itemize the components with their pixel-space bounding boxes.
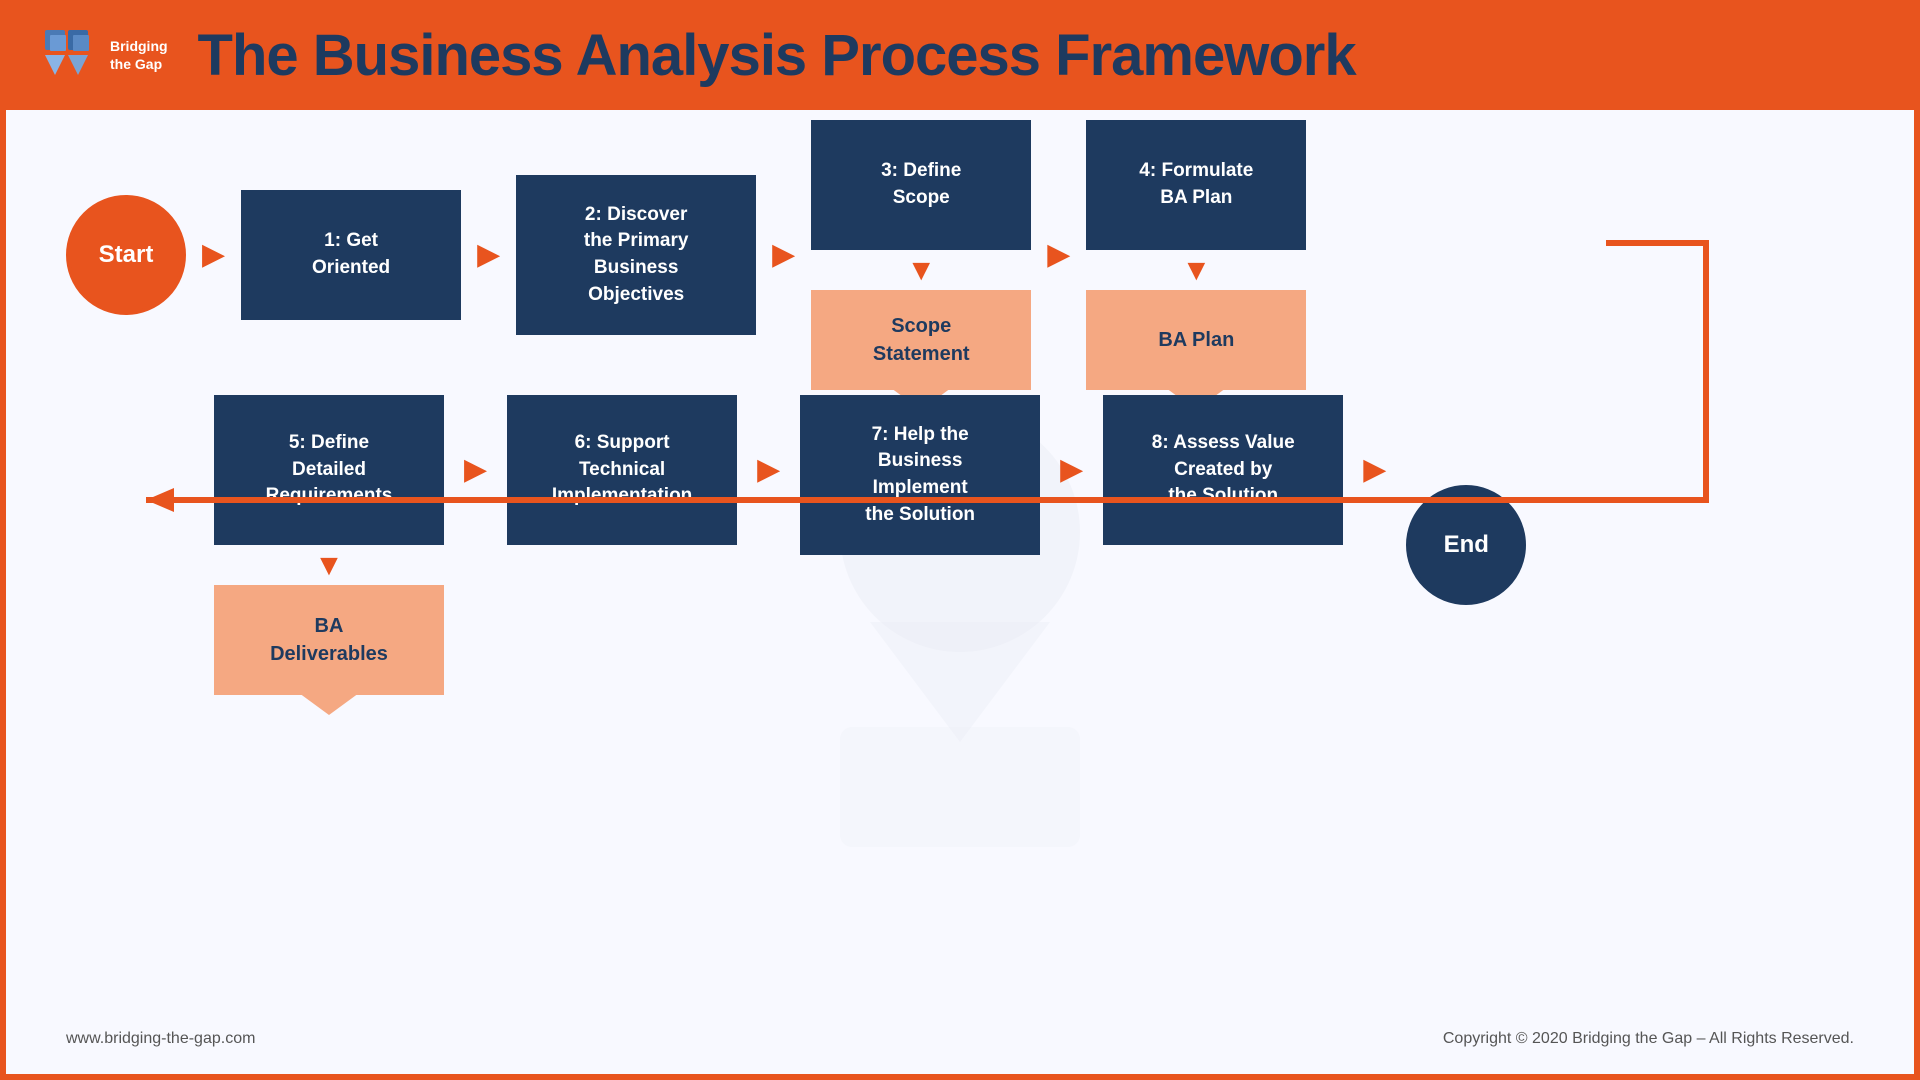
down-arrow-4: ▼ (1181, 256, 1211, 286)
step-4-col: 4: Formulate BA Plan ▼ BA Plan (1086, 120, 1306, 390)
row-1: Start ▶ 1: Get Oriented ▶ 2: Discover th… (66, 155, 1854, 355)
step-5-box: 5: Define Detailed Requirements (214, 395, 444, 545)
step-2-box: 2: Discover the Primary Business Objecti… (516, 175, 756, 335)
ba-deliverables-box: BA Deliverables (214, 585, 444, 695)
ba-plan-box: BA Plan (1086, 290, 1306, 390)
step-8-box: 8: Assess Value Created by the Solution (1103, 395, 1343, 545)
step-4-box: 4: Formulate BA Plan (1086, 120, 1306, 250)
arrow-7: ▶ (1060, 455, 1083, 485)
logo-text: Bridging the Gap (110, 37, 168, 73)
step-3-col: 3: Define Scope ▼ Scope Statement (811, 120, 1031, 390)
step-5-col: 5: Define Detailed Requirements ▼ BA Del… (214, 395, 444, 695)
page-title: The Business Analysis Process Framework (198, 22, 1356, 89)
step-1-box: 1: Get Oriented (241, 190, 461, 320)
arrow-4: ▶ (1047, 240, 1070, 270)
arrow-5: ▶ (464, 455, 487, 485)
end-node: End (1406, 485, 1526, 605)
header: Bridging the Gap The Business Analysis P… (0, 0, 1920, 110)
arrow-3: ▶ (772, 240, 795, 270)
page-wrapper: Bridging the Gap The Business Analysis P… (0, 0, 1920, 1080)
arrow-2: ▶ (477, 240, 500, 270)
step-7-box: 7: Help the Business Implement the Solut… (800, 395, 1040, 555)
row-2: 5: Define Detailed Requirements ▼ BA Del… (66, 395, 1854, 695)
main-content: Start ▶ 1: Get Oriented ▶ 2: Discover th… (0, 110, 1920, 1080)
start-node: Start (66, 195, 186, 315)
logo-area: Bridging the Gap (40, 25, 168, 85)
scope-statement-box: Scope Statement (811, 290, 1031, 390)
footer-copyright: Copyright © 2020 Bridging the Gap – All … (1443, 1030, 1854, 1048)
footer: www.bridging-the-gap.com Copyright © 202… (66, 1018, 1854, 1054)
arrow-1: ▶ (202, 240, 225, 270)
down-arrow-3: ▼ (906, 256, 936, 286)
arrow-6: ▶ (757, 455, 780, 485)
arrow-8: ▶ (1363, 455, 1386, 485)
step-3-box: 3: Define Scope (811, 120, 1031, 250)
down-arrow-5: ▼ (314, 551, 344, 581)
logo-icon (40, 25, 100, 85)
footer-website: www.bridging-the-gap.com (66, 1030, 255, 1048)
step-6-box: 6: Support Technical Implementation (507, 395, 737, 545)
